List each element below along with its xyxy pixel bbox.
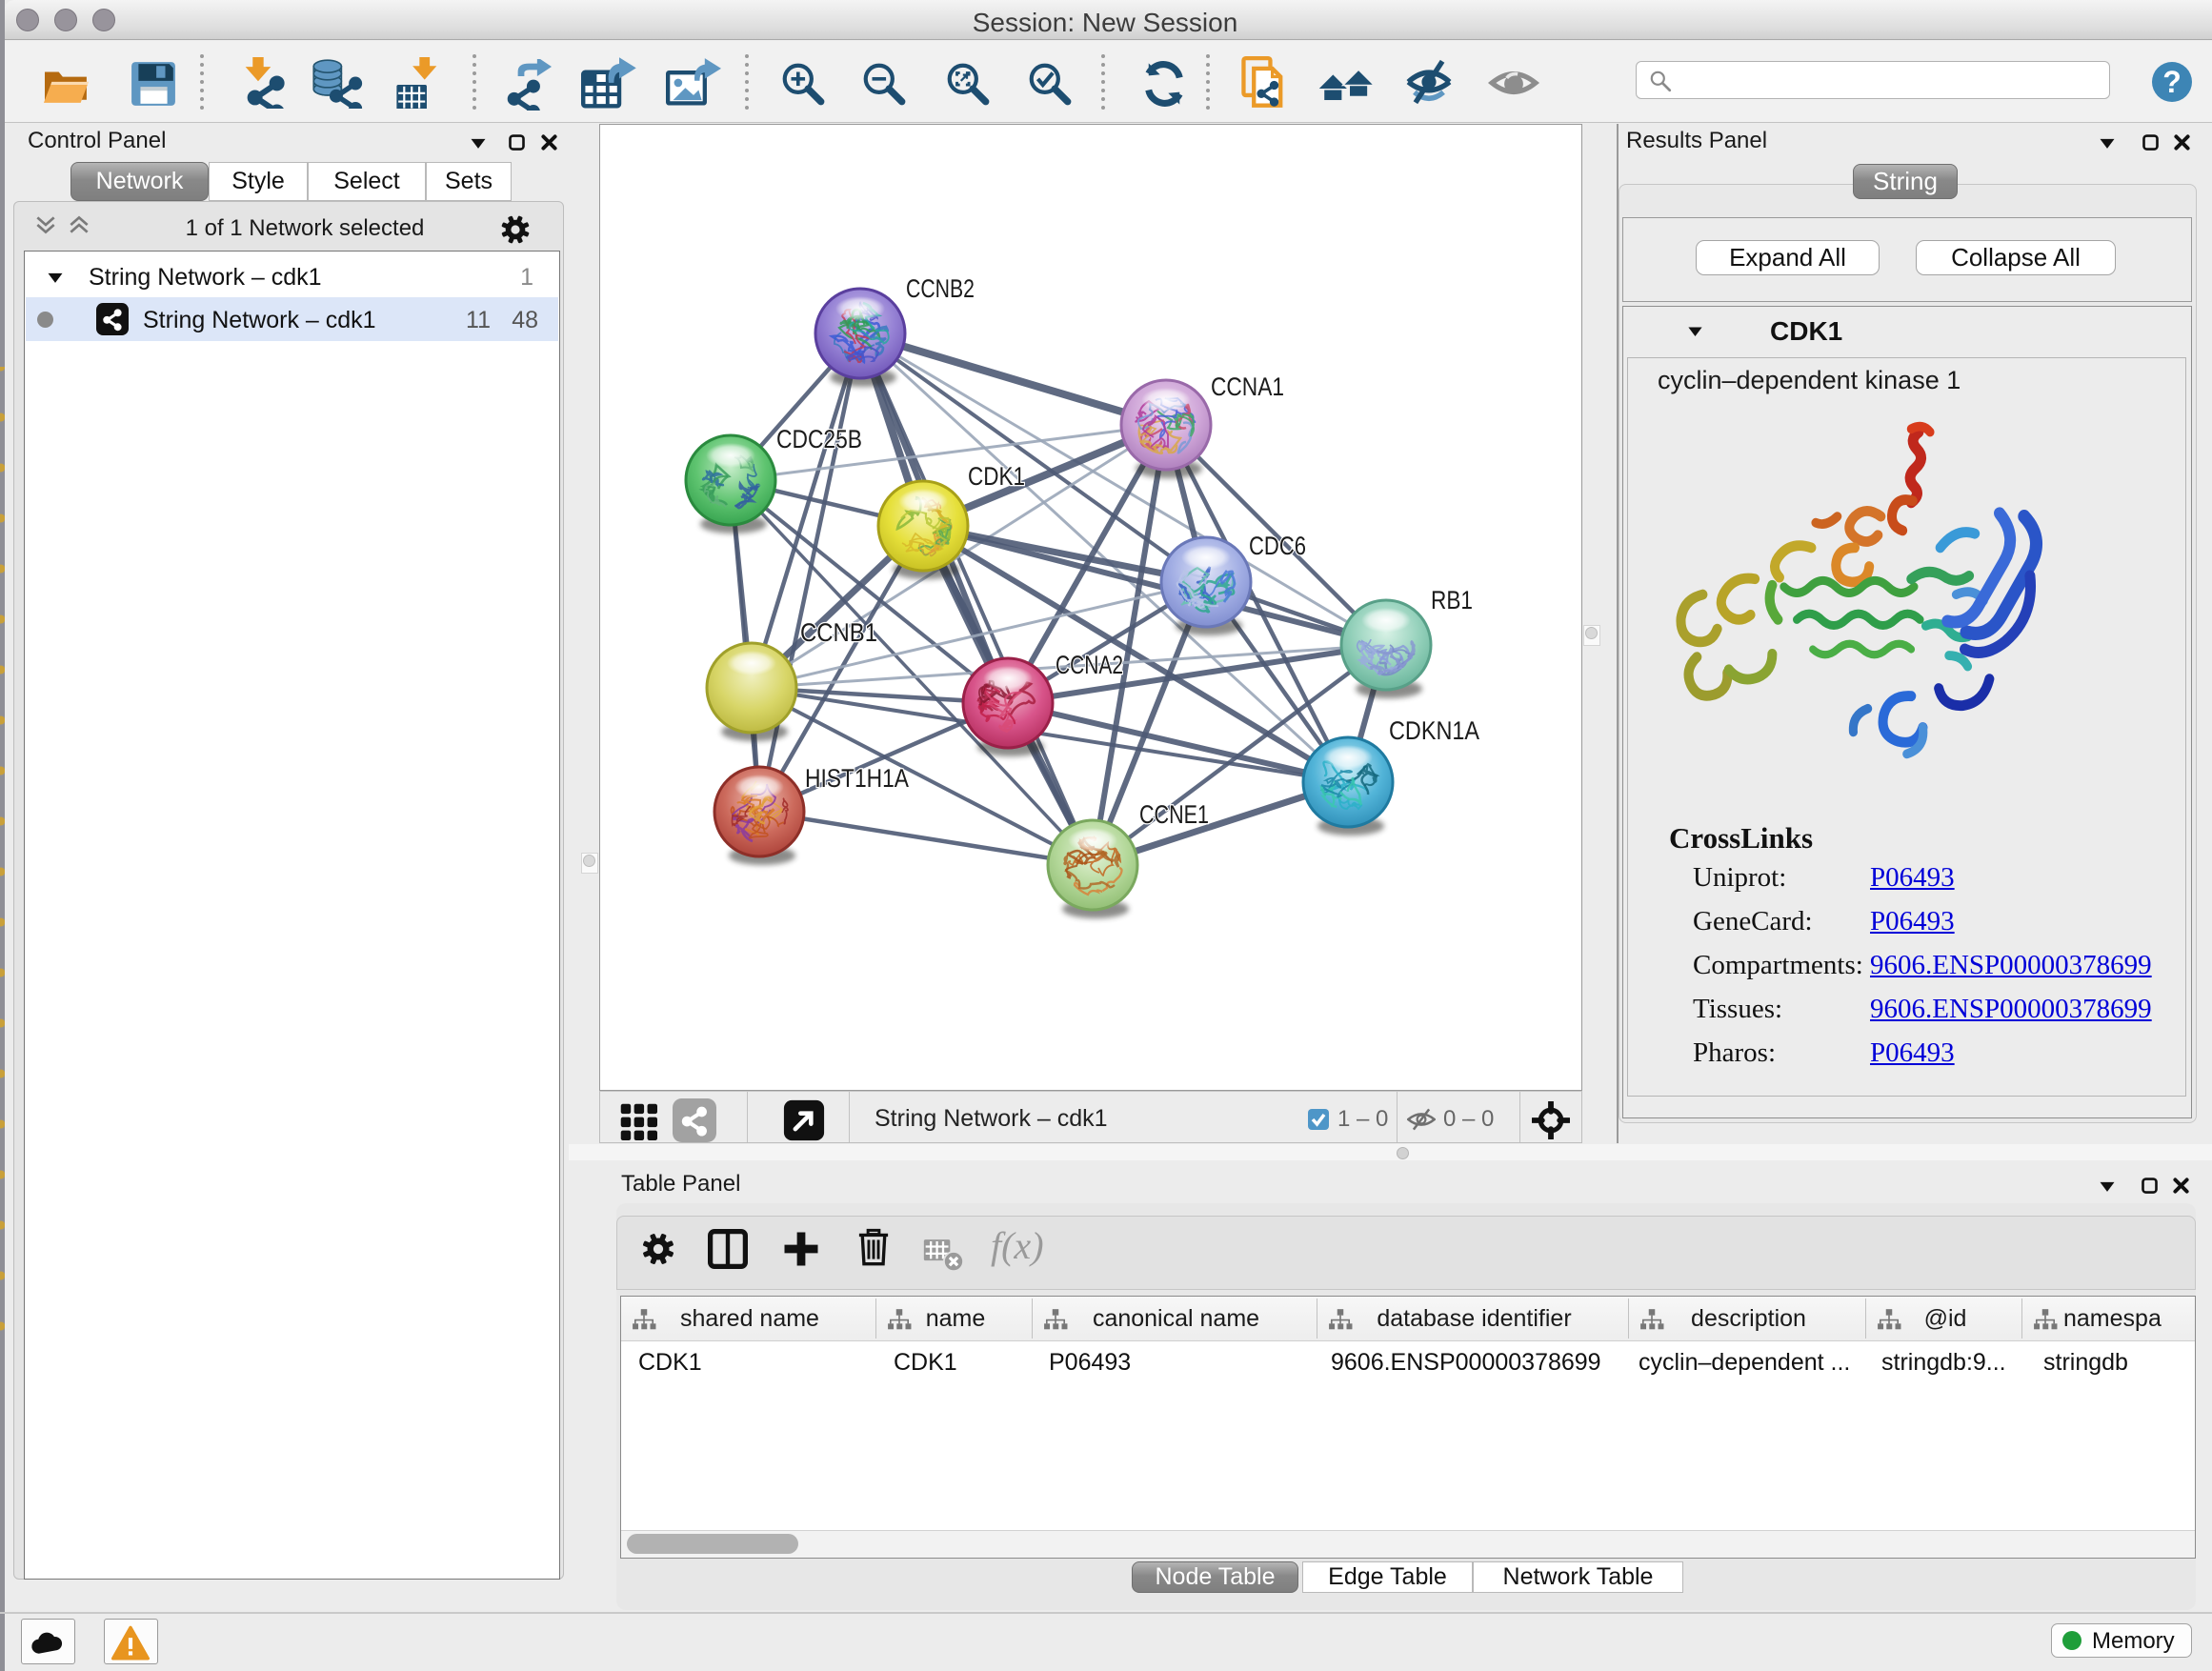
svg-text:CDK1: CDK1	[968, 462, 1025, 491]
svg-text:CDC25B: CDC25B	[776, 425, 862, 453]
svg-text:CDC6: CDC6	[1249, 532, 1306, 560]
svg-text:CCNB1: CCNB1	[800, 618, 877, 647]
svg-text:CCNA1: CCNA1	[1211, 372, 1284, 401]
svg-text:CDKN1A: CDKN1A	[1389, 716, 1479, 745]
svg-text:CCNB2: CCNB2	[906, 274, 975, 303]
svg-text:RB1: RB1	[1431, 586, 1473, 614]
svg-text:CCNA2: CCNA2	[1056, 651, 1123, 679]
svg-text:CCNE1: CCNE1	[1139, 800, 1209, 829]
svg-text:HIST1H1A: HIST1H1A	[805, 764, 909, 793]
